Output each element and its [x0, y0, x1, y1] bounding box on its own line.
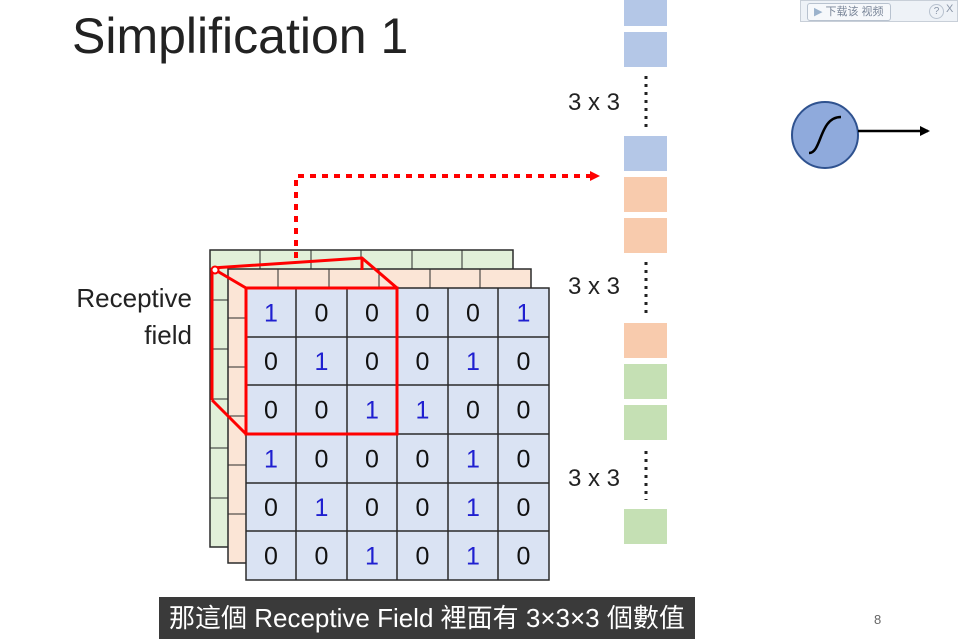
matrix-cell: 0 — [264, 397, 278, 425]
vector-cell — [624, 323, 667, 358]
matrix-cell: 1 — [466, 348, 480, 376]
matrix-cell: 1 — [365, 397, 379, 425]
matrix-cell: 0 — [416, 446, 430, 474]
page-number: 8 — [874, 612, 882, 627]
matrix-cell: 0 — [315, 397, 329, 425]
vector-cell — [624, 177, 667, 212]
dimension-label-orange: 3 x 3 — [568, 273, 621, 300]
matrix-cell: 0 — [365, 446, 379, 474]
vector-cell — [624, 136, 667, 171]
matrix-cell: 1 — [315, 348, 329, 376]
matrix-cell: 1 — [517, 300, 531, 328]
matrix-cell: 0 — [416, 543, 430, 571]
matrix-cell: 0 — [517, 494, 531, 522]
matrix-cell: 0 — [315, 300, 329, 328]
matrix-cell: 0 — [365, 348, 379, 376]
vector-cell — [624, 509, 667, 544]
matrix-cell: 0 — [517, 446, 531, 474]
matrix-cell: 0 — [315, 543, 329, 571]
matrix-cell: 0 — [517, 348, 531, 376]
matrix-cell: 1 — [365, 543, 379, 571]
matrix-cell: 1 — [466, 446, 480, 474]
dotted-arrow — [294, 171, 600, 258]
matrix-cell: 1 — [466, 543, 480, 571]
matrix-cell: 1 — [466, 494, 480, 522]
matrix-cell: 0 — [365, 300, 379, 328]
dimension-label-green: 3 x 3 — [568, 465, 621, 492]
video-subtitle: 那這個 Receptive Field 裡面有 3×3×3 個數值 — [159, 597, 695, 639]
matrix-cell: 0 — [264, 494, 278, 522]
vector-cell — [624, 218, 667, 253]
vector-cell — [624, 364, 667, 399]
vector-cell — [624, 0, 667, 26]
matrix-cell: 0 — [365, 494, 379, 522]
dimension-label-blue: 3 x 3 — [568, 89, 621, 116]
convolution-figure: 1 0 0 0 0 1 0 1 0 0 1 0 0 0 1 1 0 0 1 0 0 0 1 0 0 1 0 0 1 0 0 0 1 0 1 0 — [209, 0, 930, 581]
matrix-cell: 1 — [264, 300, 278, 328]
neuron — [791, 101, 930, 169]
matrix-cell: 0 — [416, 494, 430, 522]
matrix-cell: 1 — [416, 397, 430, 425]
matrix-cell: 0 — [264, 348, 278, 376]
matrix-cell: 1 — [315, 494, 329, 522]
vector-cell — [624, 405, 667, 440]
flattened-vector — [624, 0, 667, 544]
matrix-cell: 0 — [264, 543, 278, 571]
matrix-cell: 1 — [264, 446, 278, 474]
matrix-cell: 0 — [416, 300, 430, 328]
matrix-cell: 0 — [416, 348, 430, 376]
matrix-cell: 0 — [315, 446, 329, 474]
neuron-circle — [791, 101, 859, 169]
matrix-cell: 0 — [517, 543, 531, 571]
matrix-cell: 0 — [466, 397, 480, 425]
matrix-cell: 0 — [466, 300, 480, 328]
vector-cell — [624, 32, 667, 67]
matrix-cell: 0 — [517, 397, 531, 425]
